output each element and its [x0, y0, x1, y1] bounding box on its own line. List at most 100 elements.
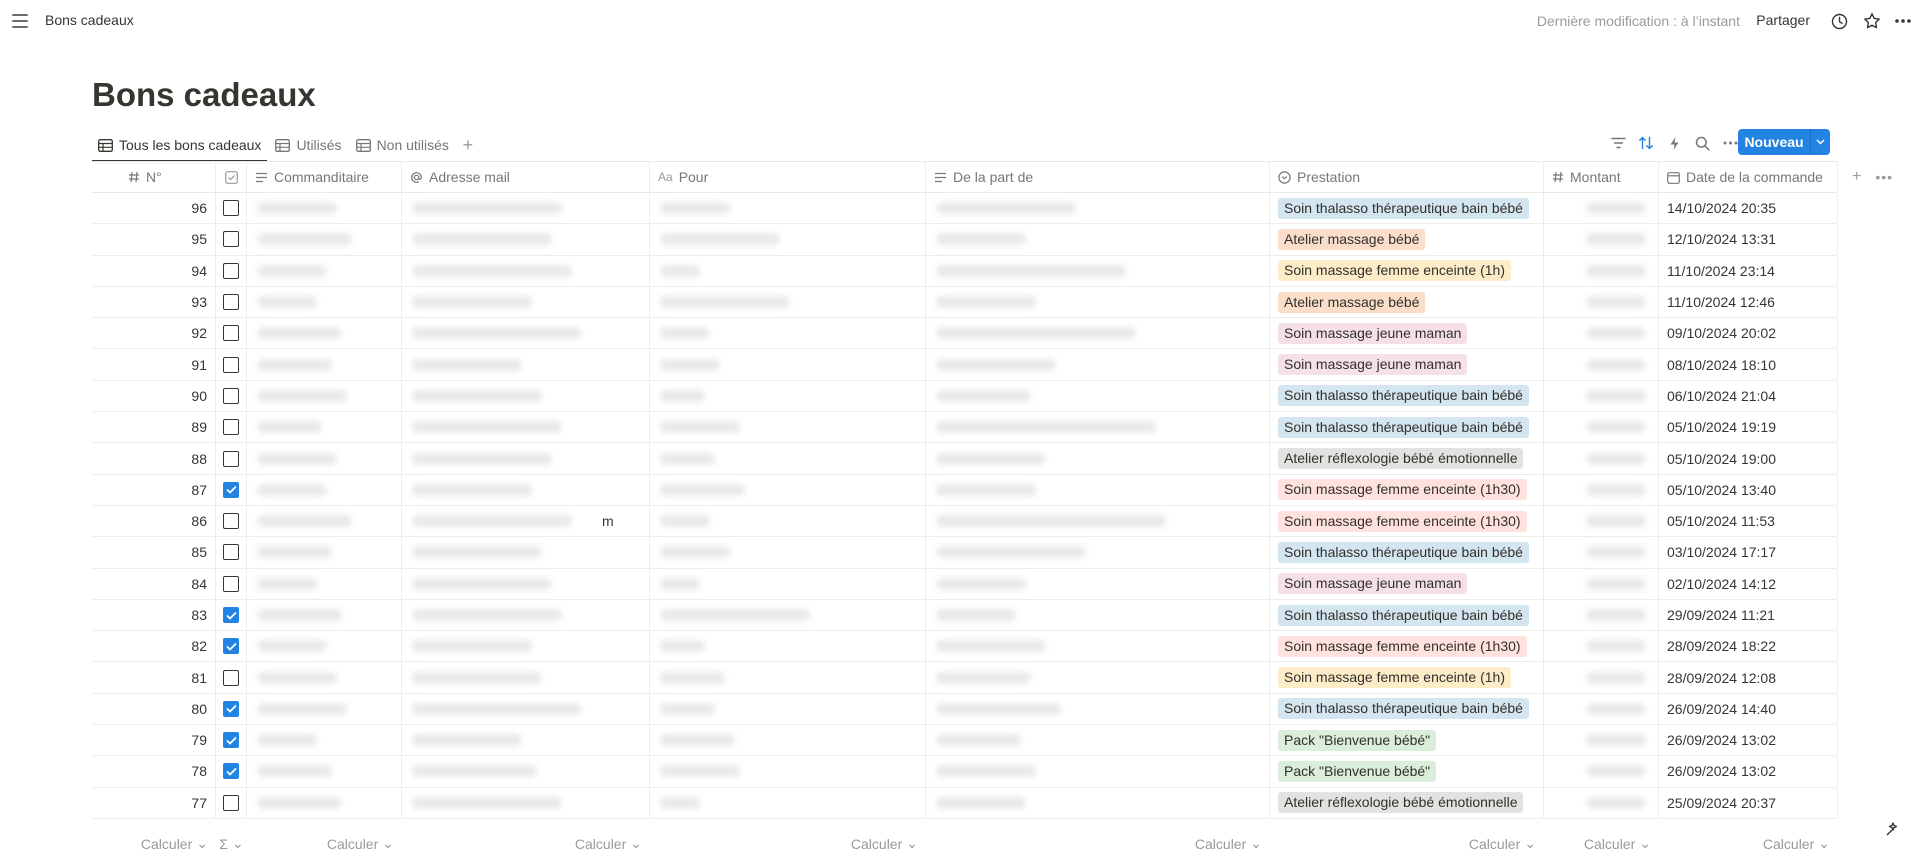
cell-pour[interactable] [650, 631, 926, 662]
calc-number[interactable]: Calculer ⌄ [92, 828, 216, 859]
prestation-tag[interactable]: Soin thalasso thérapeutique bain bébé [1278, 698, 1529, 720]
cell-email[interactable] [402, 380, 650, 412]
prestation-tag[interactable]: Soin thalasso thérapeutique bain bébé [1278, 604, 1529, 626]
cell-prestation[interactable]: Soin massage femme enceinte (1h) [1270, 662, 1544, 693]
cell-commanditaire[interactable] [247, 193, 402, 224]
cell-prestation[interactable]: Atelier massage bébé [1270, 224, 1544, 255]
cell-prestation[interactable]: Soin massage femme enceinte (1h) [1270, 255, 1544, 286]
cell-email[interactable] [402, 568, 650, 599]
cell-checkbox[interactable] [216, 443, 247, 474]
cell-checkbox[interactable] [216, 474, 247, 505]
cell-commanditaire[interactable] [247, 443, 402, 474]
cell-number[interactable]: 94 [92, 255, 216, 286]
cell-email[interactable] [402, 693, 650, 725]
calc-prestation[interactable]: Calculer ⌄ [1270, 828, 1544, 859]
cell-date[interactable]: 28/09/2024 12:08 [1659, 662, 1838, 693]
prestation-tag[interactable]: Soin massage femme enceinte (1h) [1278, 667, 1511, 689]
cell-montant[interactable] [1544, 224, 1659, 255]
cell-from[interactable] [926, 568, 1270, 599]
table-row[interactable]: 82 Soin massage femme enceinte (1h30) 28… [92, 631, 1838, 663]
cell-date[interactable]: 03/10/2024 17:17 [1659, 537, 1838, 568]
cell-montant[interactable] [1544, 568, 1659, 599]
cell-date[interactable]: 26/09/2024 14:40 [1659, 693, 1838, 725]
column-header-montant[interactable]: Montant [1544, 162, 1659, 192]
breadcrumb[interactable]: Bons cadeaux [45, 12, 134, 28]
cell-pour[interactable] [650, 224, 926, 255]
cell-commanditaire[interactable] [247, 349, 402, 380]
used-checkbox[interactable] [223, 200, 239, 217]
cell-from[interactable] [926, 725, 1270, 756]
cell-commanditaire[interactable] [247, 568, 402, 599]
prestation-tag[interactable]: Soin massage femme enceinte (1h30) [1278, 510, 1527, 532]
cell-commanditaire[interactable] [247, 474, 402, 505]
table-row[interactable]: 89 Soin thalasso thérapeutique bain bébé… [92, 412, 1838, 444]
prestation-tag[interactable]: Pack "Bienvenue bébé" [1278, 729, 1437, 751]
cell-email[interactable]: m [402, 505, 650, 537]
cell-montant[interactable] [1544, 756, 1659, 787]
used-checkbox[interactable] [223, 325, 239, 342]
calc-pour[interactable]: Calculer ⌄ [650, 828, 926, 859]
share-button[interactable]: Partager [1756, 12, 1810, 28]
cell-commanditaire[interactable] [247, 756, 402, 787]
table-row[interactable]: 95 Atelier massage bébé 12/10/2024 13:31 [92, 224, 1838, 256]
cell-number[interactable]: 89 [92, 412, 216, 443]
cell-date[interactable]: 26/09/2024 13:02 [1659, 756, 1838, 787]
cell-from[interactable] [926, 318, 1270, 349]
cell-montant[interactable] [1544, 537, 1659, 568]
automation-bolt-icon[interactable] [1664, 133, 1684, 153]
cell-from[interactable] [926, 349, 1270, 380]
cell-pour[interactable] [650, 380, 926, 412]
column-header-prestation[interactable]: Prestation [1270, 162, 1544, 192]
used-checkbox[interactable] [223, 607, 239, 623]
column-header-commanditaire[interactable]: Commanditaire [247, 162, 402, 192]
cell-montant[interactable] [1544, 693, 1659, 725]
cell-from[interactable] [926, 255, 1270, 286]
calc-commanditaire[interactable]: Calculer ⌄ [247, 828, 402, 859]
cell-number[interactable]: 86 [92, 505, 216, 537]
cell-commanditaire[interactable] [247, 662, 402, 693]
table-row[interactable]: 90 Soin thalasso thérapeutique bain bébé… [92, 380, 1838, 413]
column-header-checkbox[interactable] [216, 162, 247, 192]
cell-montant[interactable] [1544, 255, 1659, 286]
used-checkbox[interactable] [223, 575, 239, 592]
used-checkbox[interactable] [223, 387, 239, 404]
cell-pour[interactable] [650, 286, 926, 318]
new-button[interactable]: Nouveau [1738, 129, 1810, 155]
cell-number[interactable]: 78 [92, 756, 216, 787]
cell-number[interactable]: 80 [92, 693, 216, 725]
cell-checkbox[interactable] [216, 756, 247, 787]
table-row[interactable]: 80 Soin thalasso thérapeutique bain bébé… [92, 693, 1838, 726]
ai-sparkle-icon[interactable] [1878, 816, 1904, 842]
cell-pour[interactable] [650, 443, 926, 474]
table-row[interactable]: 78 Pack "Bienvenue bébé" 26/09/2024 13:0… [92, 756, 1838, 788]
cell-number[interactable]: 90 [92, 380, 216, 412]
cell-prestation[interactable]: Soin thalasso thérapeutique bain bébé [1270, 599, 1544, 631]
used-checkbox[interactable] [223, 794, 239, 811]
used-checkbox[interactable] [223, 356, 239, 373]
cell-number[interactable]: 95 [92, 224, 216, 255]
table-row[interactable]: 92 Soin massage jeune maman 09/10/2024 2… [92, 318, 1838, 350]
cell-checkbox[interactable] [216, 193, 247, 224]
prestation-tag[interactable]: Soin thalasso thérapeutique bain bébé [1278, 385, 1529, 407]
column-header-from[interactable]: De la part de [926, 162, 1270, 192]
cell-commanditaire[interactable] [247, 380, 402, 412]
cell-prestation[interactable]: Soin thalasso thérapeutique bain bébé [1270, 693, 1544, 725]
table-row[interactable]: 88 Atelier réflexologie bébé émotionnell… [92, 443, 1838, 475]
table-row[interactable]: 84 Soin massage jeune maman 02/10/2024 1… [92, 568, 1838, 600]
cell-montant[interactable] [1544, 443, 1659, 474]
cell-commanditaire[interactable] [247, 787, 402, 818]
calc-montant[interactable]: Calculer ⌄ [1544, 828, 1659, 859]
cell-commanditaire[interactable] [247, 599, 402, 631]
cell-email[interactable] [402, 224, 650, 255]
cell-from[interactable] [926, 537, 1270, 568]
more-options-icon[interactable] [1892, 10, 1914, 32]
table-row[interactable]: 86 m Soin massage femme enceinte (1h30) … [92, 505, 1838, 538]
cell-from[interactable] [926, 693, 1270, 725]
cell-date[interactable]: 29/09/2024 11:21 [1659, 599, 1838, 631]
table-row[interactable]: 94 Soin massage femme enceinte (1h) 11/1… [92, 255, 1838, 287]
cell-pour[interactable] [650, 505, 926, 537]
cell-email[interactable] [402, 599, 650, 631]
table-row[interactable]: 79 Pack "Bienvenue bébé" 26/09/2024 13:0… [92, 725, 1838, 757]
cell-number[interactable]: 79 [92, 725, 216, 756]
cell-checkbox[interactable] [216, 599, 247, 631]
